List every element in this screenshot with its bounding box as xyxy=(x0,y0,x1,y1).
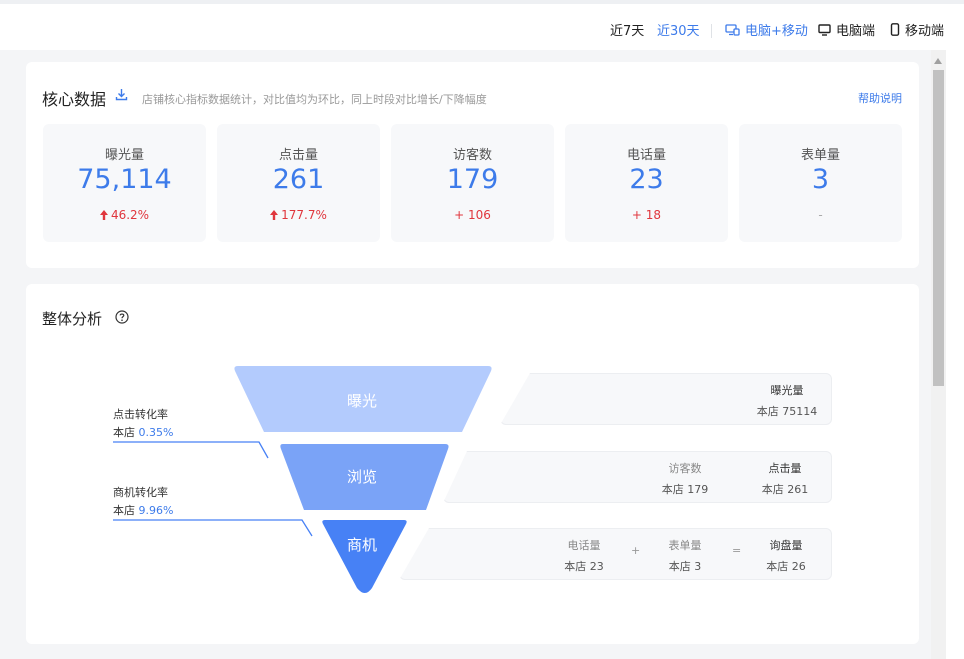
lead-inquiries-metric: 询盘量 本店 26 xyxy=(766,539,806,573)
divider xyxy=(711,24,712,38)
metric-label: 点击量 xyxy=(278,148,318,163)
click-rate-title: 点击转化率 xyxy=(113,408,168,421)
metric-change: + 106 xyxy=(454,208,491,222)
click-rate-value: 本店 0.35% xyxy=(113,426,174,439)
lead-rate-value: 本店 9.96% xyxy=(113,504,174,517)
metric-tile-exposure[interactable]: 曝光量 75,114 46.2% xyxy=(43,124,206,242)
funnel-label-lead: 商机 xyxy=(347,536,378,554)
equals-operator: = xyxy=(732,544,742,557)
arrow-up-icon xyxy=(99,210,108,220)
browse-clicks-metric: 点击量 本店 261 xyxy=(761,462,809,496)
right-gutter xyxy=(946,50,964,659)
device-pc-label: 电脑端 xyxy=(836,24,876,39)
rate-connector-click xyxy=(113,441,269,459)
overall-analysis-card: 整体分析 曝光 浏览 商机 点击转化率 本店 0.35% 商机转化率 本店 9.… xyxy=(26,284,919,644)
funnel-stage-lead xyxy=(322,520,407,593)
scroll-up-arrow-icon[interactable] xyxy=(934,58,942,64)
lead-calls-metric: 电话量 本店 23 xyxy=(564,539,604,573)
device-mobile-label: 移动端 xyxy=(905,24,945,39)
core-data-card: 核心数据 店铺核心指标数据统计，对比值均为环比，同上时段对比增长/下降幅度 帮助… xyxy=(26,62,919,268)
range-30-days[interactable]: 近30天 xyxy=(657,20,700,39)
help-link[interactable]: 帮助说明 xyxy=(858,90,902,106)
funnel-label-exposure: 曝光 xyxy=(347,392,378,410)
lead-forms-metric: 表单量 本店 3 xyxy=(668,539,702,573)
top-bar: 近7天 近30天 电脑+移动 电脑端 移动端 xyxy=(0,0,964,50)
arrow-up-icon xyxy=(270,210,279,220)
core-data-title: 核心数据 xyxy=(42,90,107,109)
metric-value: 75,114 xyxy=(77,164,172,195)
device-all-label: 电脑+移动 xyxy=(745,24,808,39)
content-scroll-area: 核心数据 店铺核心指标数据统计，对比值均为环比，同上时段对比增长/下降幅度 帮助… xyxy=(0,50,931,659)
metric-label: 电话量 xyxy=(626,148,666,163)
metric-tile-clicks[interactable]: 点击量 261 177.7% xyxy=(217,124,380,242)
mobile-icon xyxy=(890,23,900,36)
core-data-description: 店铺核心指标数据统计，对比值均为环比，同上时段对比增长/下降幅度 xyxy=(142,93,487,106)
metric-label: 表单量 xyxy=(800,148,840,163)
devices-icon xyxy=(725,23,740,36)
metric-change: 46.2% xyxy=(43,208,206,222)
scrollbar-thumb[interactable] xyxy=(933,70,944,386)
metric-change: 177.7% xyxy=(217,208,380,222)
metric-change: - xyxy=(818,208,823,222)
range-7-days[interactable]: 近7天 xyxy=(610,20,644,39)
metric-label: 访客数 xyxy=(452,148,492,163)
device-pc-toggle[interactable]: 电脑端 xyxy=(818,20,875,39)
exposure-metric: 曝光量 本店 75114 xyxy=(756,384,818,418)
metric-value: 261 xyxy=(272,164,325,195)
metric-value: 3 xyxy=(811,164,830,195)
plus-operator: + xyxy=(631,544,641,557)
metric-label: 曝光量 xyxy=(104,148,144,163)
lead-rate-title: 商机转化率 xyxy=(113,486,168,499)
funnel-label-browse: 浏览 xyxy=(347,468,378,486)
metric-value: 23 xyxy=(629,164,664,195)
desktop-icon xyxy=(818,23,831,36)
download-icon[interactable] xyxy=(115,88,128,101)
vertical-scrollbar[interactable] xyxy=(931,50,946,659)
device-mobile-toggle[interactable]: 移动端 xyxy=(890,20,944,39)
metric-tile-forms[interactable]: 表单量 3 - xyxy=(739,124,902,242)
device-all-toggle[interactable]: 电脑+移动 xyxy=(725,20,808,39)
metric-tile-calls[interactable]: 电话量 23 + 18 xyxy=(565,124,728,242)
metric-change: + 18 xyxy=(631,208,662,222)
browse-visitors-metric: 访客数 本店 179 xyxy=(661,462,709,496)
rate-connector-lead xyxy=(113,519,313,537)
metric-value: 179 xyxy=(446,164,499,195)
metric-tile-visitors[interactable]: 访客数 179 + 106 xyxy=(391,124,554,242)
